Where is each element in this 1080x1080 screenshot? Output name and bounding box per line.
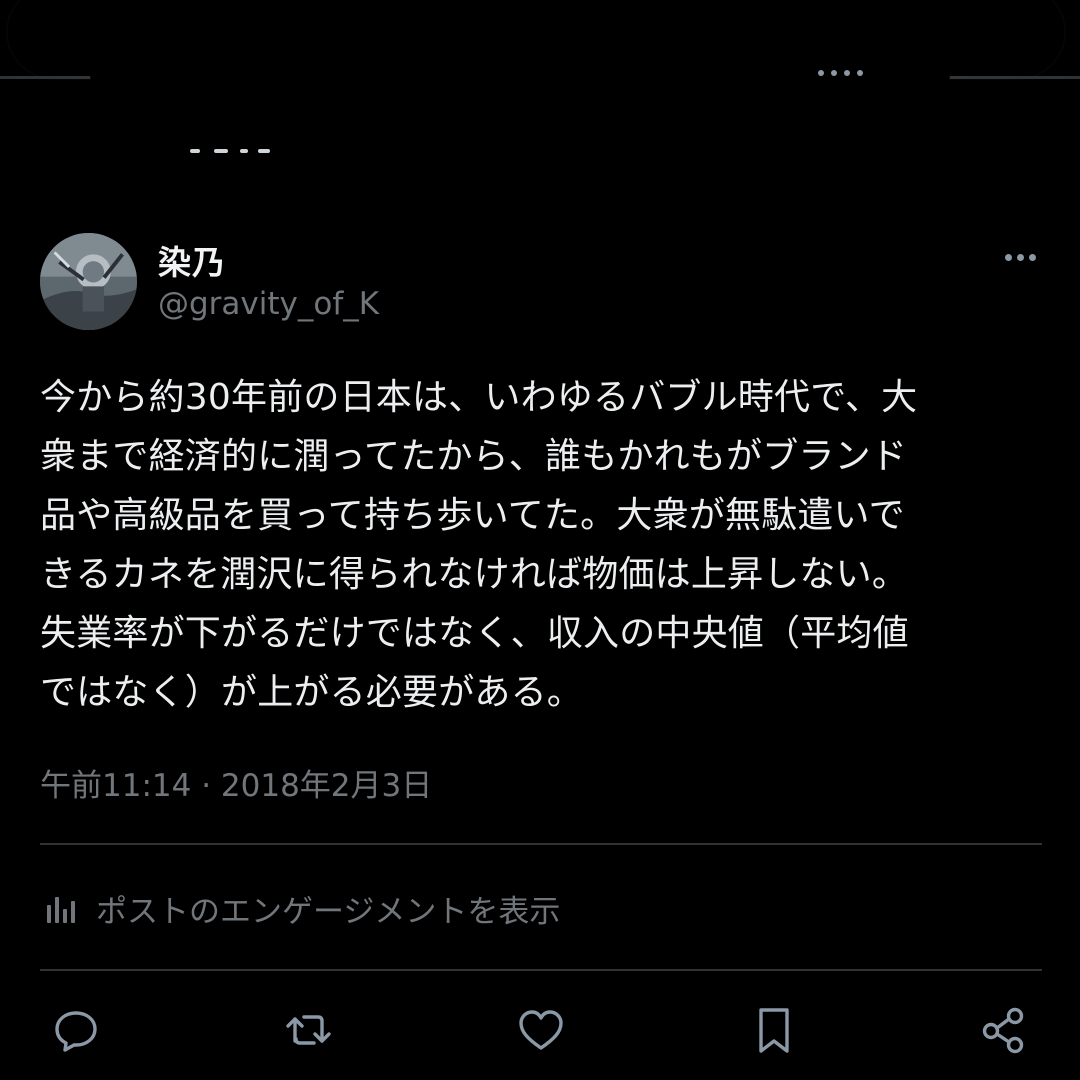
cropped-text-fragment [190,146,280,156]
tweet-text-line: 衆まで経済的に潤ってたから、誰もかれもがブランド [40,436,908,477]
reply-button[interactable] [48,1002,104,1058]
action-bar [0,1002,1080,1058]
share-button[interactable] [976,1002,1032,1058]
more-dot [1028,253,1036,261]
tweet-text: 今から約30年前の日本は、いわゆるバブル時代で、大 衆まで経済的に潤ってたから、… [40,368,1040,722]
repost-button[interactable] [281,1002,337,1058]
avatar-image [40,233,137,330]
repost-icon [286,1015,331,1045]
view-engagement-button[interactable]: ポストのエンゲージメントを表示 [44,886,560,930]
bar-chart-icon [47,897,75,923]
tweet-text-line: 品や高級品を買って持ち歩いてた。大衆が無駄遣いで [40,495,905,536]
more-dot [1004,253,1012,261]
reply-icon [55,1011,97,1052]
like-icon [519,1010,563,1050]
bookmark-button[interactable] [746,1002,802,1058]
divider-top [40,843,1042,845]
divider-bottom [40,969,1042,971]
bookmark-icon [759,1008,789,1053]
tweet-timestamp[interactable]: 午前11:14 · 2018年2月3日 [40,760,432,805]
more-dot [1016,253,1024,261]
share-icon [982,1007,1024,1054]
tweet-text-line: 今から約30年前の日本は、いわゆるバブル時代で、大 [40,377,918,418]
tweet-text-line: 失業率が下がるだけではなく、収入の中央値（平均値 [40,613,909,654]
tweet-text-line: きるカネを潤沢に得られなければ物価は上昇しない。 [40,554,909,595]
cropped-more-icon [818,70,864,78]
like-button[interactable] [513,1002,569,1058]
user-handle[interactable]: @gravity_of_K [158,286,379,322]
tweet-text-line: ではなく）が上がる必要がある。 [40,672,584,713]
more-options-button[interactable] [998,240,1042,274]
avatar[interactable] [40,233,137,330]
engagement-label: ポストのエンゲージメントを表示 [96,893,561,930]
display-name[interactable]: 染乃 [158,236,226,284]
